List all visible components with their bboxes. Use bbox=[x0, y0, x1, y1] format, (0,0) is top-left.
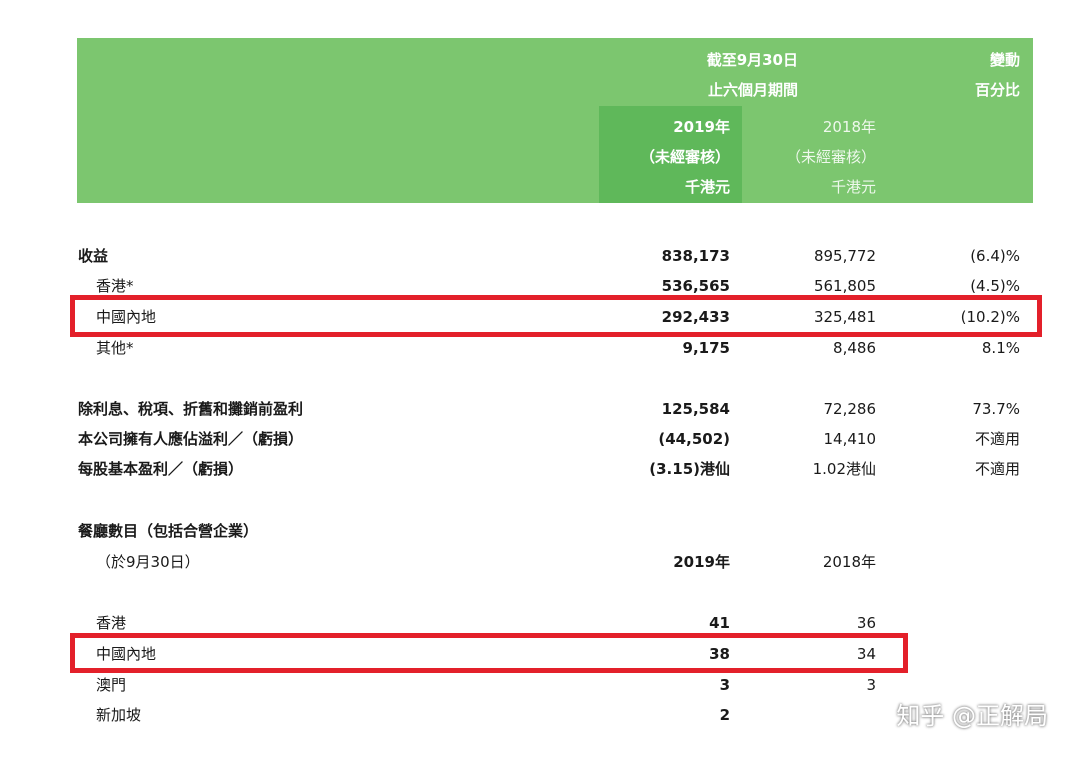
cell-2018: 1.02港仙 bbox=[812, 460, 876, 478]
col2018-year: 2018年 bbox=[822, 118, 876, 136]
cell-change: 不適用 bbox=[974, 460, 1020, 478]
restaurant-count-2019: 41 bbox=[709, 614, 730, 632]
restaurant-count-2019: 2 bbox=[719, 706, 730, 724]
highlight-box-mainland-revenue bbox=[70, 295, 1042, 337]
col2018-unit: 千港元 bbox=[830, 178, 876, 196]
col2019-unit: 千港元 bbox=[684, 178, 730, 196]
cell-2019: 125,584 bbox=[661, 400, 730, 418]
cell-2019: 536,565 bbox=[661, 277, 730, 295]
restaurant-count-2018: 3 bbox=[866, 676, 876, 694]
cell-2019: 838,173 bbox=[661, 247, 730, 265]
col2019-year: 2019年 bbox=[673, 118, 730, 136]
table-header bbox=[77, 38, 1033, 203]
row-label-others: 其他* bbox=[96, 339, 134, 357]
change-header-line1: 變動 bbox=[989, 51, 1020, 69]
period-line2: 止六個月期間 bbox=[707, 81, 798, 99]
restaurants-subtitle: （於9月30日） bbox=[96, 553, 200, 571]
col2019-audit: （未經審核） bbox=[639, 148, 730, 166]
restaurant-row-label: 香港 bbox=[96, 614, 127, 632]
row-label-profit-owners: 本公司擁有人應佔溢利／（虧損） bbox=[78, 430, 304, 448]
restaurants-year-2018: 2018年 bbox=[822, 553, 876, 571]
change-header-line2: 百分比 bbox=[974, 81, 1020, 99]
cell-2019: 9,175 bbox=[682, 339, 730, 357]
col2018-audit: （未經審核） bbox=[785, 148, 876, 166]
cell-2019: (44,502) bbox=[658, 430, 730, 448]
row-label-eps: 每股基本盈利／（虧損） bbox=[78, 460, 244, 478]
cell-2018: 561,805 bbox=[813, 277, 876, 295]
cell-change: (4.5)% bbox=[970, 277, 1020, 295]
highlight-box-mainland-restaurants bbox=[70, 633, 908, 673]
row-label-ebitda: 除利息、稅項、折舊和攤銷前盈利 bbox=[78, 400, 304, 418]
cell-2018: 8,486 bbox=[833, 339, 876, 357]
cell-2018: 895,772 bbox=[813, 247, 876, 265]
restaurant-row-label: 新加坡 bbox=[96, 706, 142, 724]
cell-change: 不適用 bbox=[974, 430, 1020, 448]
period-line1: 截至9月30日 bbox=[706, 51, 798, 69]
cell-2019: (3.15)港仙 bbox=[649, 460, 730, 478]
row-label-revenue: 收益 bbox=[78, 247, 109, 265]
restaurant-count-2019: 3 bbox=[719, 676, 730, 694]
restaurants-title: 餐廳數目（包括合營企業） bbox=[78, 522, 259, 540]
cell-2018: 72,286 bbox=[823, 400, 877, 418]
cell-change: (6.4)% bbox=[970, 247, 1020, 265]
restaurants-year-2019: 2019年 bbox=[673, 553, 730, 571]
restaurant-count-2018: 36 bbox=[856, 614, 876, 632]
cell-change: 73.7% bbox=[972, 400, 1020, 418]
restaurant-row-label: 澳門 bbox=[96, 676, 127, 694]
cell-change: 8.1% bbox=[981, 339, 1020, 357]
watermark: 知乎 @正解局 bbox=[896, 702, 1048, 730]
cell-2018: 14,410 bbox=[823, 430, 877, 448]
row-label-hongkong: 香港* bbox=[96, 277, 134, 295]
